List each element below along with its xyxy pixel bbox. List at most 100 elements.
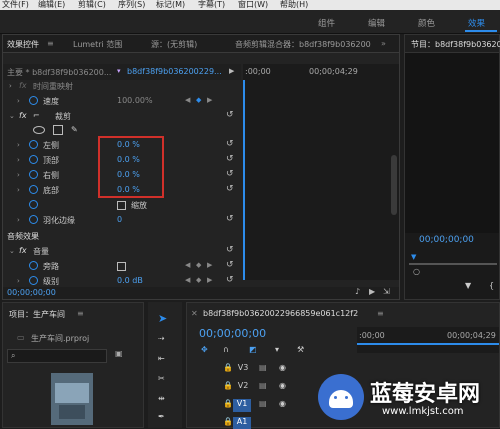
- reset-icon[interactable]: ↺: [226, 169, 234, 179]
- collapse-arrow-icon[interactable]: ⌄: [9, 112, 15, 120]
- next-keyframe-icon[interactable]: ▶: [207, 96, 212, 104]
- reset-icon[interactable]: ↺: [226, 139, 234, 149]
- zoom-checkbox[interactable]: [117, 201, 126, 210]
- add-keyframe-icon[interactable]: ◆: [196, 261, 201, 269]
- pen-tool-icon[interactable]: ✒: [158, 412, 165, 421]
- ec-timeline-ruler[interactable]: :00;00 00;00;04;29: [243, 64, 399, 80]
- tab-effect-controls[interactable]: 效果控件: [7, 39, 39, 50]
- lock-icon[interactable]: 🔒: [223, 399, 233, 408]
- stopwatch-icon[interactable]: [29, 261, 38, 270]
- panel-menu-icon[interactable]: ≡: [377, 309, 384, 318]
- stopwatch-icon[interactable]: [29, 140, 38, 149]
- reset-icon[interactable]: ↺: [226, 214, 234, 224]
- lock-icon[interactable]: 🔒: [223, 417, 233, 426]
- panel-overflow-icon[interactable]: »: [381, 39, 386, 48]
- fx-icon[interactable]: fx: [19, 111, 27, 120]
- tab-audio-mixer[interactable]: 音频剪辑混合器：b8df38f9b036200: [235, 39, 371, 50]
- next-keyframe-icon[interactable]: ▶: [207, 276, 212, 284]
- settings-wrench-icon[interactable]: ⚒: [297, 345, 304, 354]
- expand-arrow-icon[interactable]: ›: [17, 97, 20, 105]
- play-icon[interactable]: ▶: [369, 287, 375, 296]
- clip-thumbnail[interactable]: [51, 373, 93, 425]
- filter-icon[interactable]: ♪: [355, 287, 360, 296]
- menu-clip[interactable]: 剪辑(C): [78, 0, 106, 9]
- menu-title[interactable]: 字幕(T): [198, 0, 225, 9]
- sequence-timecode[interactable]: 00;00;00;00: [199, 327, 266, 340]
- eye-icon[interactable]: ◉: [279, 363, 286, 372]
- razor-tool-icon[interactable]: ✂: [158, 374, 165, 383]
- marker-icon[interactable]: ▼: [465, 281, 471, 290]
- feather-edge-value[interactable]: 0: [117, 215, 122, 224]
- menu-edit[interactable]: 编辑(E): [38, 0, 65, 9]
- tab-lumetri-scopes[interactable]: Lumetri 范围: [73, 39, 122, 50]
- zoom-handle-icon[interactable]: ○: [413, 267, 420, 276]
- stopwatch-icon[interactable]: [29, 155, 38, 164]
- playhead-line[interactable]: [243, 80, 245, 280]
- ec-current-time[interactable]: 00;00;00;00: [7, 288, 56, 297]
- stopwatch-icon[interactable]: [29, 170, 38, 179]
- workspace-tab-editing[interactable]: 编辑: [368, 17, 385, 29]
- new-bin-icon[interactable]: ▣: [115, 349, 123, 358]
- sequence-ruler[interactable]: :00;00 00;00;04;29: [357, 327, 499, 353]
- track-select-tool-icon[interactable]: ⇢: [158, 334, 165, 343]
- expand-arrow-icon[interactable]: ›: [17, 277, 20, 285]
- track-label-v3[interactable]: V3: [235, 363, 251, 375]
- tab-source[interactable]: 源：(无剪辑): [151, 39, 197, 50]
- expand-arrow-icon[interactable]: ›: [17, 156, 20, 164]
- reset-icon[interactable]: ↺: [226, 275, 234, 285]
- sync-icon[interactable]: ▤: [259, 399, 267, 408]
- work-area-bar[interactable]: [357, 343, 499, 345]
- add-keyframe-icon[interactable]: ◆: [196, 96, 201, 104]
- panel-menu-icon[interactable]: ≡: [47, 39, 54, 48]
- prev-keyframe-icon[interactable]: ◀: [185, 276, 190, 284]
- expand-arrow-icon[interactable]: ›: [17, 141, 20, 149]
- linked-select-icon[interactable]: ◩: [249, 345, 257, 354]
- ripple-edit-tool-icon[interactable]: ⇤: [158, 354, 165, 363]
- lock-icon[interactable]: 🔒: [223, 381, 233, 390]
- ellipse-mask-icon[interactable]: [33, 126, 45, 134]
- bypass-checkbox[interactable]: [117, 262, 126, 271]
- reset-icon[interactable]: ↺: [226, 260, 234, 270]
- track-label-a1[interactable]: A1: [233, 417, 251, 429]
- pen-mask-icon[interactable]: ✎: [71, 125, 78, 134]
- reset-icon[interactable]: ↺: [226, 154, 234, 164]
- menu-window[interactable]: 窗口(W): [238, 0, 268, 9]
- expand-arrow-icon[interactable]: ›: [17, 171, 20, 179]
- prev-keyframe-icon[interactable]: ◀: [185, 261, 190, 269]
- slip-tool-icon[interactable]: ⇹: [158, 394, 165, 403]
- project-title[interactable]: 项目：生产车间: [9, 309, 65, 320]
- eye-icon[interactable]: ◉: [279, 399, 286, 408]
- program-scrub-bar[interactable]: [409, 263, 497, 265]
- ec-timeline-area[interactable]: [243, 80, 399, 280]
- stopwatch-icon[interactable]: [29, 200, 38, 209]
- nest-icon[interactable]: ✥: [201, 345, 208, 354]
- add-marker-icon[interactable]: ▾: [275, 345, 279, 354]
- export-icon[interactable]: ⇲: [383, 287, 390, 296]
- expand-arrow-icon[interactable]: ›: [17, 186, 20, 194]
- add-keyframe-icon[interactable]: ◆: [196, 276, 201, 284]
- workspace-tab-assembly[interactable]: 组件: [318, 17, 335, 29]
- reset-icon[interactable]: ↺: [226, 110, 234, 120]
- track-label-v2[interactable]: V2: [235, 381, 251, 393]
- playhead-marker-icon[interactable]: ▼: [411, 253, 416, 261]
- collapse-arrow-icon[interactable]: ⌄: [9, 247, 15, 255]
- menu-marker[interactable]: 标记(M): [156, 0, 185, 9]
- panel-menu-icon[interactable]: ≡: [77, 309, 84, 318]
- close-icon[interactable]: ✕: [191, 309, 198, 318]
- reset-icon[interactable]: ↺: [226, 245, 234, 255]
- speed-value[interactable]: 100.00%: [117, 96, 153, 105]
- prev-keyframe-icon[interactable]: ◀: [185, 96, 190, 104]
- project-search-input[interactable]: ⌕: [7, 349, 107, 363]
- sync-icon[interactable]: ▤: [259, 381, 267, 390]
- expand-arrow-icon[interactable]: ›: [17, 216, 20, 224]
- play-only-icon[interactable]: ▶: [229, 67, 234, 75]
- eye-icon[interactable]: ◉: [279, 381, 286, 390]
- track-label-v1[interactable]: V1: [233, 399, 251, 412]
- next-keyframe-icon[interactable]: ▶: [207, 261, 212, 269]
- chevron-down-icon[interactable]: ▾: [117, 67, 121, 75]
- selection-tool-icon[interactable]: ➤: [158, 312, 167, 325]
- workspace-tab-color[interactable]: 颜色: [418, 17, 435, 29]
- rectangle-mask-icon[interactable]: [53, 125, 63, 135]
- stopwatch-icon[interactable]: [29, 215, 38, 224]
- snap-icon[interactable]: ∩: [223, 345, 229, 354]
